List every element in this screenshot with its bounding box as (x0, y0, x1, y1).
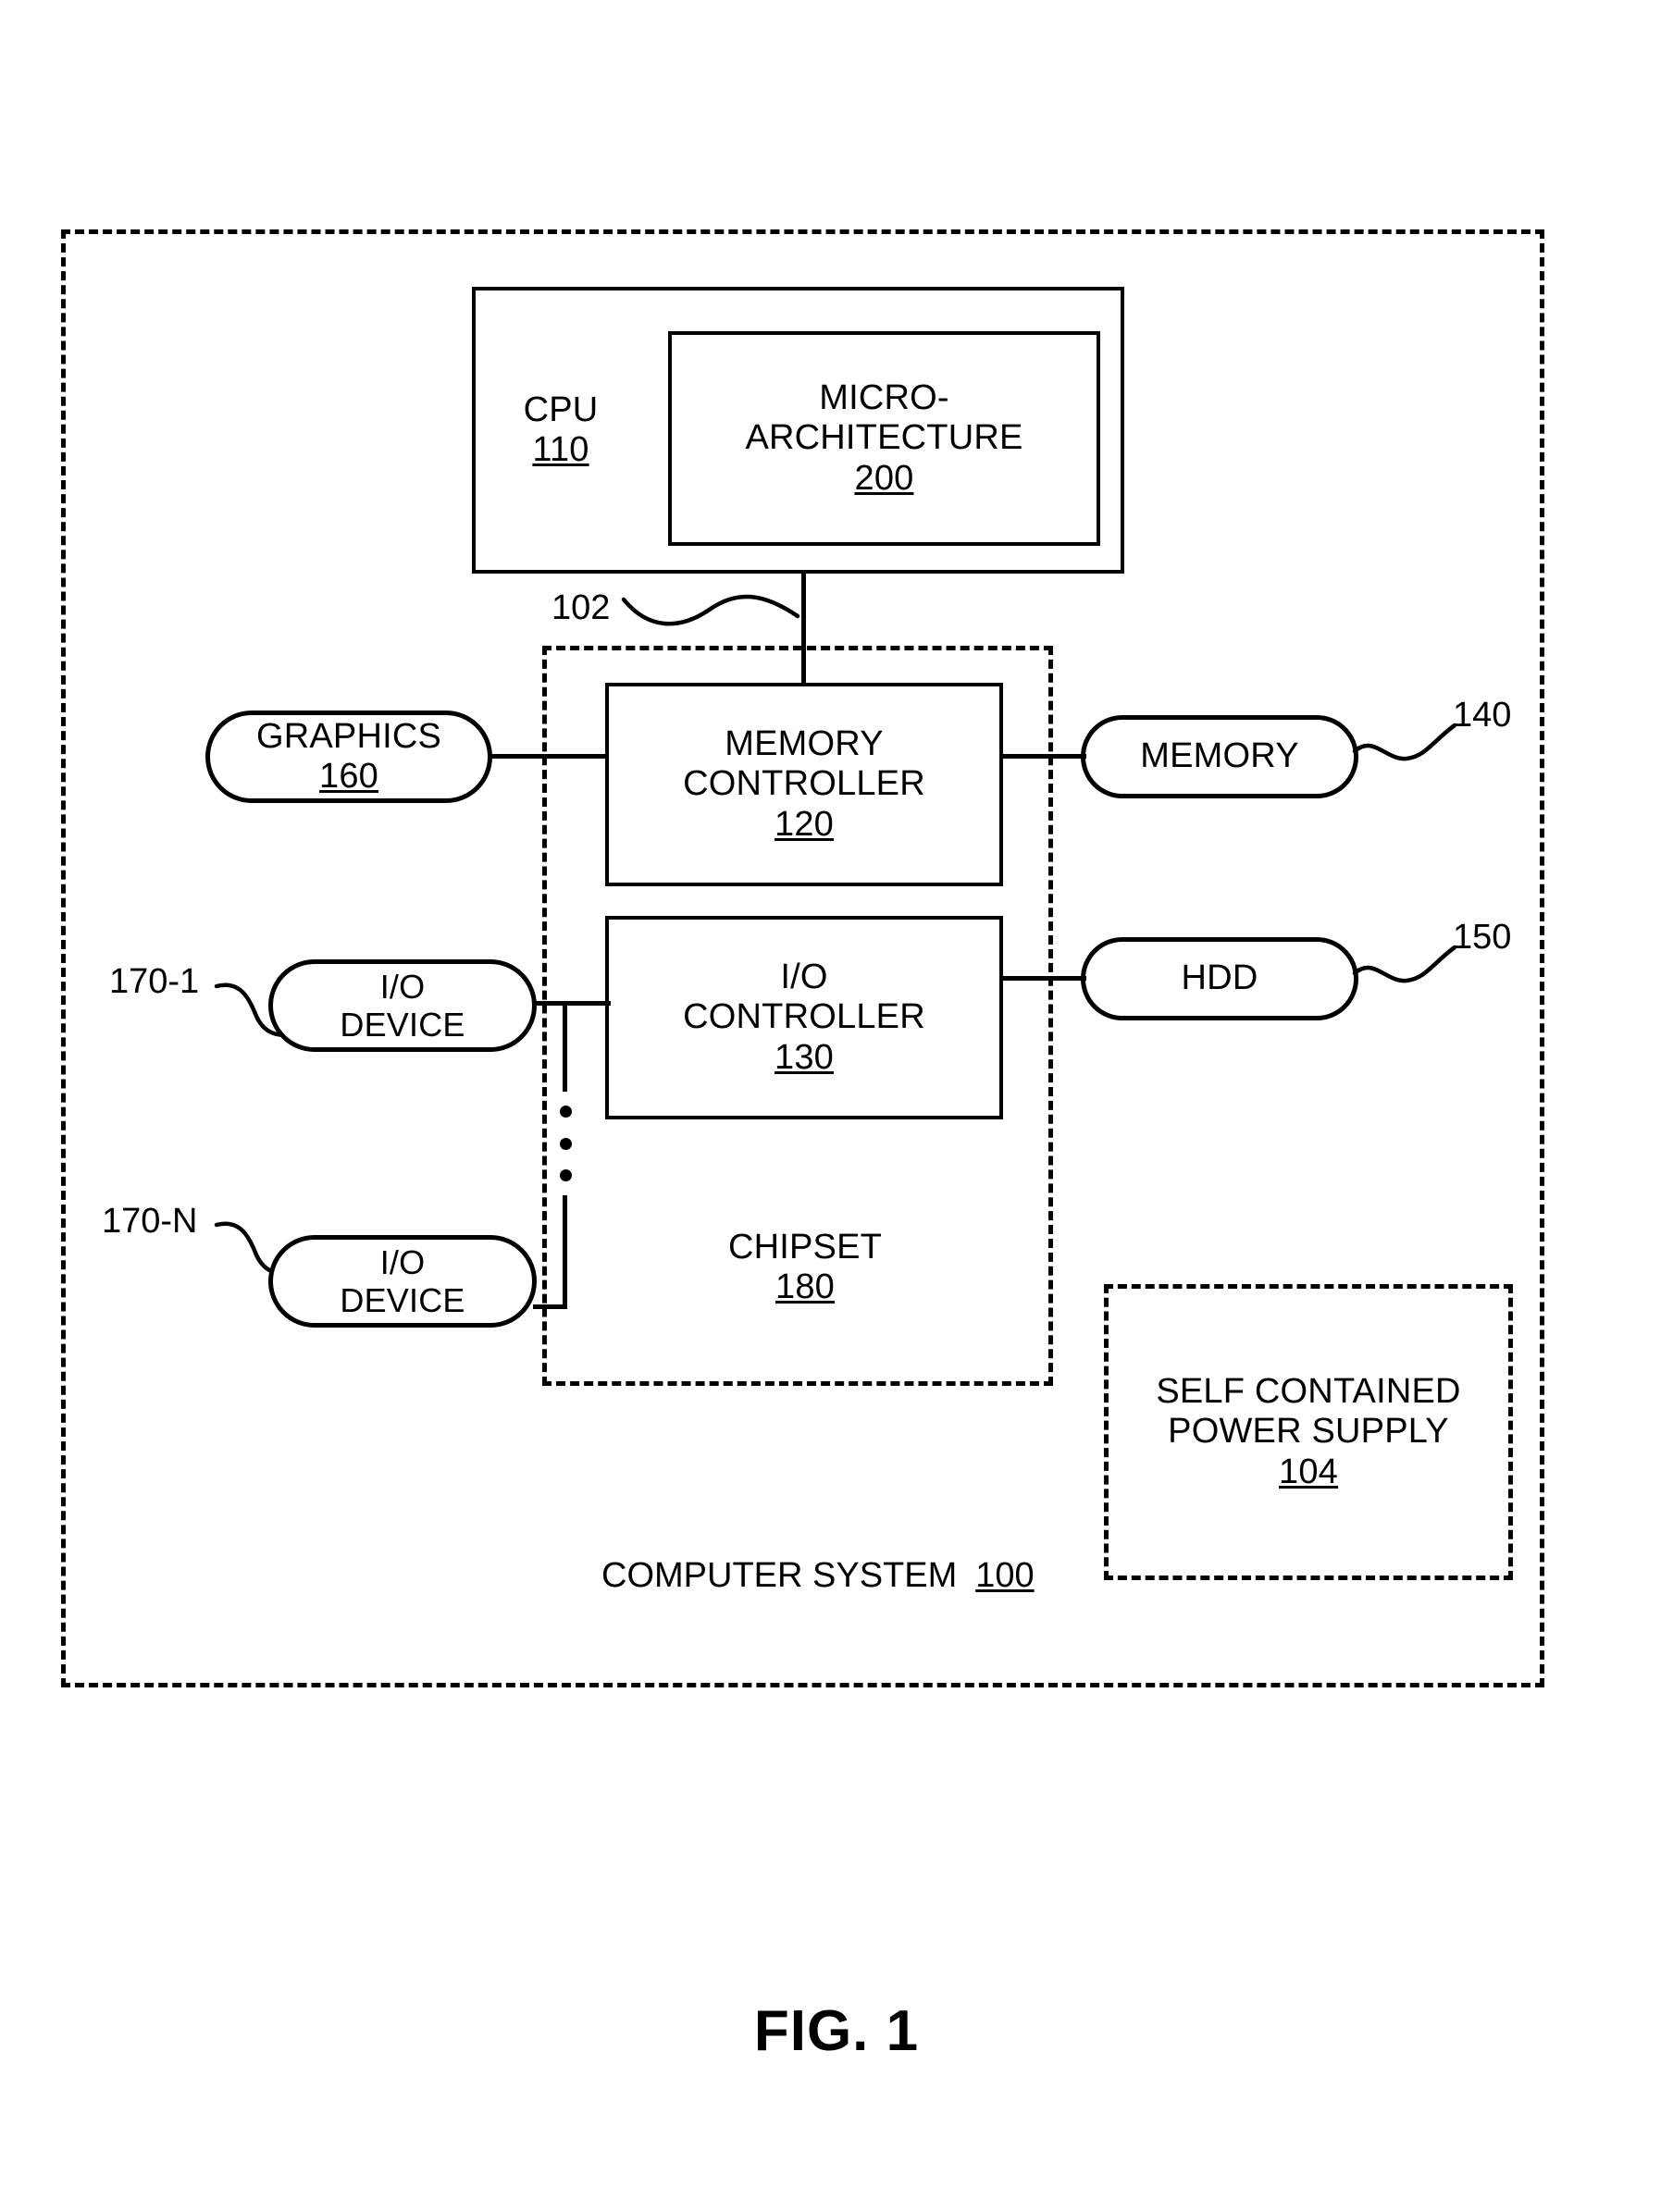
ellipsis-dot (559, 1137, 572, 1150)
graphics-ref: 160 (318, 757, 378, 796)
io-controller-label-line1: I/O (780, 958, 828, 997)
power-supply-label-line1: SELF CONTAINED (1156, 1372, 1461, 1412)
io-device-n-to-io-bus-line (533, 1304, 567, 1309)
chipset-label-group: CHIPSET 180 (703, 1221, 907, 1314)
figure-caption: FIG. 1 (753, 1999, 920, 2063)
io-bus-lower-segment (563, 1195, 567, 1309)
memory-label: MEMORY (1140, 736, 1299, 776)
memory-ref-leader-squiggle (1352, 723, 1457, 761)
memory-controller-ref: 120 (774, 804, 834, 844)
io-device-n-label-line1: I/O (379, 1242, 426, 1281)
micro-architecture-block: MICRO- ARCHITECTURE 200 (668, 331, 1100, 546)
self-contained-power-supply-block: SELF CONTAINED POWER SUPPLY 104 (1104, 1284, 1513, 1580)
cpu-label: CPU (523, 389, 599, 429)
micro-architecture-label-line2: ARCHITECTURE (745, 418, 1023, 458)
graphics-block: GRAPHICS 160 (205, 711, 492, 803)
io-device-1-label-line1: I/O (379, 967, 426, 1006)
computer-system-caption: COMPUTER SYSTEM 100 (601, 1556, 1035, 1596)
io-device-ellipsis-dots (559, 1106, 572, 1181)
bus-leader-squiggle (621, 594, 800, 626)
ellipsis-dot (559, 1169, 572, 1181)
memory-controller-label-line2: CONTROLLER (683, 764, 925, 804)
hdd-block: HDD (1081, 937, 1358, 1020)
micro-architecture-label-line1: MICRO- (819, 378, 949, 418)
chipset-label: CHIPSET (727, 1227, 883, 1267)
bus-ref-102: 102 (551, 588, 611, 627)
io-device-n-block: I/O DEVICE (268, 1235, 537, 1328)
memory-controller-block: MEMORY CONTROLLER 120 (605, 683, 1003, 886)
hdd-label: HDD (1181, 958, 1258, 998)
ellipsis-dot (559, 1106, 572, 1118)
patent-figure-page: CPU 110 MICRO- ARCHITECTURE 200 102 MEMO… (0, 0, 1673, 2212)
hdd-ref-150: 150 (1453, 918, 1512, 957)
io-device-n-label-line2: DEVICE (340, 1281, 465, 1319)
io-device-1-to-io-controller-line (533, 1001, 611, 1006)
io-device-1-ref: 170-1 (109, 962, 200, 1001)
io-device-1-block: I/O DEVICE (268, 959, 537, 1052)
hdd-ref-leader-squiggle (1352, 945, 1457, 983)
power-supply-ref: 104 (1278, 1452, 1338, 1491)
cpu-ref: 110 (532, 430, 589, 469)
graphics-to-memory-controller-line (489, 754, 609, 759)
graphics-label: GRAPHICS (255, 716, 442, 756)
io-controller-block: I/O CONTROLLER 130 (605, 916, 1003, 1119)
io-device-1-label-line2: DEVICE (340, 1006, 465, 1044)
io-bus-upper-segment (563, 1001, 567, 1092)
io-controller-label-line2: CONTROLLER (683, 997, 925, 1037)
io-device-n-ref: 170-N (102, 1202, 198, 1241)
memory-controller-label-line1: MEMORY (725, 724, 884, 764)
io-controller-to-hdd-line (999, 976, 1086, 981)
computer-system-label: COMPUTER SYSTEM (601, 1556, 958, 1595)
power-supply-label-line2: POWER SUPPLY (1168, 1412, 1449, 1452)
chipset-ref: 180 (775, 1267, 835, 1306)
io-controller-ref: 130 (774, 1037, 834, 1077)
memory-block: MEMORY (1081, 715, 1358, 798)
memory-ref-140: 140 (1453, 696, 1512, 735)
micro-architecture-ref: 200 (854, 458, 914, 498)
memory-controller-to-memory-line (999, 754, 1086, 759)
computer-system-ref: 100 (975, 1556, 1035, 1595)
